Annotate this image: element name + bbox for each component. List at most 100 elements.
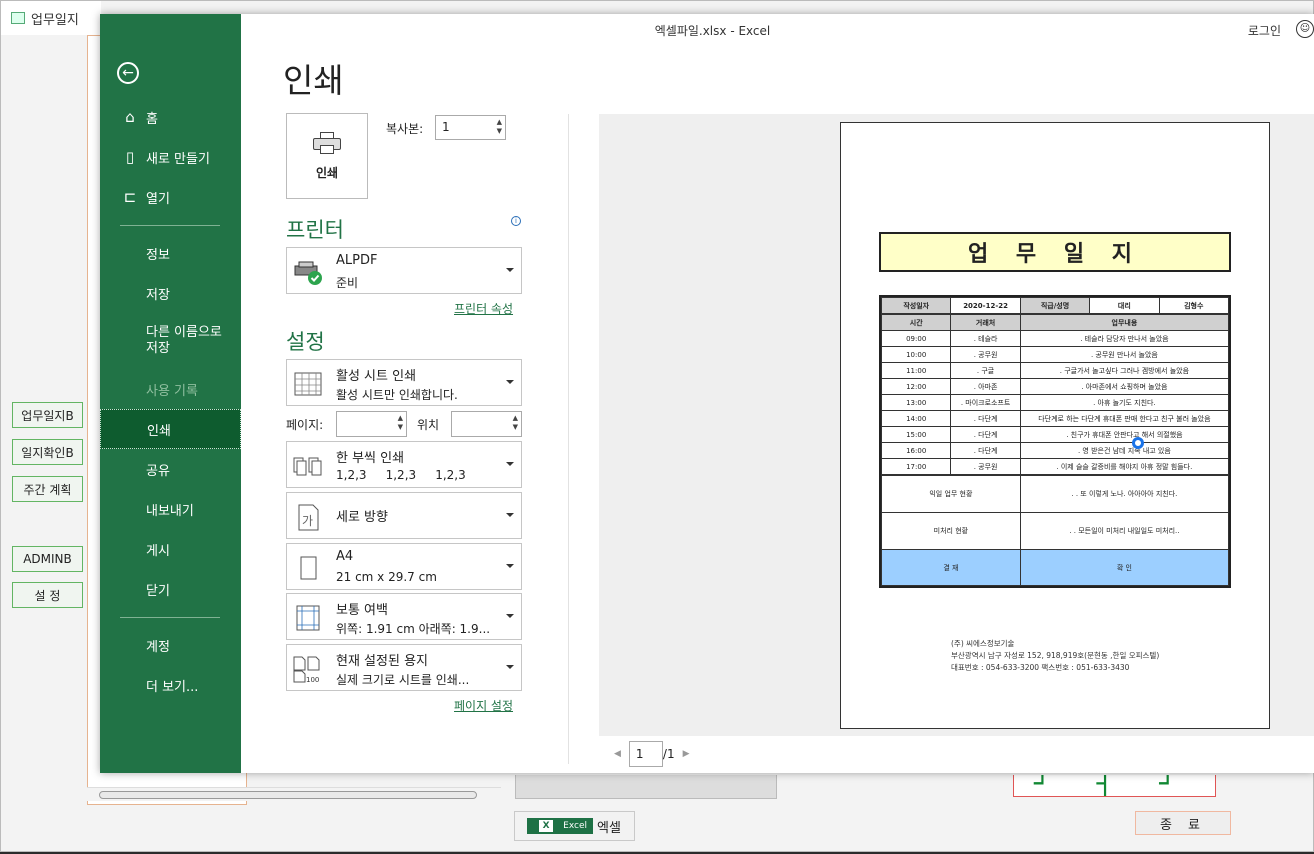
collate-title: 한 부씩 인쇄 xyxy=(336,451,405,466)
nav-print[interactable]: 인쇄 xyxy=(100,409,241,449)
copies-input[interactable]: 1 ▲ ▼ xyxy=(435,115,506,140)
time-cell: 11:00 xyxy=(880,362,952,379)
spinner-icon[interactable]: ▲ ▼ xyxy=(513,414,518,432)
nav-close[interactable]: 닫기 xyxy=(100,569,241,609)
time-cell: 10:00 xyxy=(880,346,952,363)
exit-button[interactable]: 종 료 xyxy=(1135,811,1231,835)
dropdown-caret-icon xyxy=(506,614,514,618)
task-cell: . 영 받은건 남데 지속 내고 있음 xyxy=(1019,442,1230,459)
printer-status: 준비 xyxy=(336,276,359,290)
doc-footer: (주) 씨에스정보기술 부산광역시 남구 자성로 152, 918,919호(문… xyxy=(951,638,1159,674)
feedback-smiley-icon[interactable]: ☺ xyxy=(1296,20,1314,38)
nav-publish[interactable]: 게시 xyxy=(100,529,241,569)
spinner-icon[interactable]: ▲ ▼ xyxy=(398,414,403,432)
printer-icon xyxy=(313,131,341,154)
nav-new-label: 새로 만들기 xyxy=(146,151,210,167)
footer-line: 부산광역시 남구 자성로 152, 918,919호(문현동 ,한일 오피스텔) xyxy=(951,651,1160,660)
client-cell: . 마이크로소프트 xyxy=(950,394,1021,411)
collate-dropdown[interactable]: 한 부씩 인쇄 1,2,3 1,2,3 1,2,3 xyxy=(286,441,522,488)
app-icon xyxy=(11,12,25,24)
dropdown-caret-icon xyxy=(506,665,514,669)
back-arrow-icon[interactable]: ← xyxy=(117,62,139,84)
window-title: 엑셀파일.xlsx - Excel xyxy=(654,24,771,38)
sheet-grid-icon xyxy=(294,372,322,396)
print-button-label: 인쇄 xyxy=(315,165,339,180)
task-cell: . 테슬라 담당자 만나서 놀았음 xyxy=(1019,330,1230,347)
orientation-icon-char: 가 xyxy=(302,514,313,528)
time-cell: 14:00 xyxy=(880,410,952,427)
nav-account[interactable]: 계정 xyxy=(100,625,241,665)
margins-dropdown[interactable]: 보통 여백 위쪽: 1.91 cm 아래쪽: 1.9... xyxy=(286,593,522,640)
nav-export[interactable]: 내보내기 xyxy=(100,489,241,529)
approval-left: 결 재 xyxy=(881,549,1021,586)
host-bottom-panel xyxy=(515,775,777,799)
horizontal-scrollbar[interactable] xyxy=(87,787,501,801)
orientation-dropdown[interactable]: 가 세로 방향 xyxy=(286,492,522,539)
side-button-admin[interactable]: ADMINB xyxy=(12,546,83,572)
nav-info[interactable]: 정보 xyxy=(100,233,241,273)
page-number-input[interactable]: 1 xyxy=(628,741,663,767)
settings-heading: 설정 xyxy=(286,330,325,354)
client-cell: . 테슬라 xyxy=(950,330,1021,347)
page-navigator: ◀ 1 /1 ▶ xyxy=(606,741,698,767)
next-page-icon[interactable]: ▶ xyxy=(683,749,690,759)
info-cell: 2020-12-22 xyxy=(950,297,1021,314)
table-row: 15:00. 다단계. 친구가 휴대폰 안판다고 해서 의절했음 xyxy=(880,426,1230,443)
nav-open[interactable]: ⊏ 열기 xyxy=(100,177,241,217)
info-icon[interactable]: i xyxy=(511,216,521,226)
task-cell: 다단계로 하는 다단계 휴대폰 판매 한다고 친구 불러 놀았음 xyxy=(1019,410,1230,427)
nav-history: 사용 기록 xyxy=(146,383,198,399)
login-link[interactable]: 로그인 xyxy=(1248,22,1281,39)
table-row: 11:00. 구글. 구글가서 놀고싶다 그러나 겜방에서 놀았음 xyxy=(880,362,1230,379)
side-button-weekly-plan[interactable]: 주간 계획 xyxy=(12,476,83,502)
folder-open-icon: ⊏ xyxy=(123,188,137,206)
side-button-settings[interactable]: 설 정 xyxy=(12,582,83,608)
scrollbar-thumb[interactable] xyxy=(99,791,477,799)
approval-right: 확 인 xyxy=(1019,549,1230,586)
scaling-dropdown[interactable]: 100 현재 설정된 용지 실제 크기로 시트를 인쇄... xyxy=(286,644,522,691)
print-scope-dropdown[interactable]: 활성 시트 인쇄 활성 시트만 인쇄합니다. xyxy=(286,359,522,406)
host-title: 업무일지 xyxy=(31,12,79,28)
prev-page-icon[interactable]: ◀ xyxy=(614,749,621,759)
side-button-log-check[interactable]: 일지확인B xyxy=(12,439,83,465)
task-cell: . 친구가 휴대폰 안판다고 해서 의절했음 xyxy=(1019,426,1230,443)
time-cell: 16:00 xyxy=(880,442,952,459)
host-title-bar: 업무일지 xyxy=(1,1,101,35)
page-setup-link[interactable]: 페이지 설정 xyxy=(454,697,513,714)
table-row: 14:00. 다단계 다단계로 하는 다단계 휴대폰 판매 한다고 친구 불러 놀… xyxy=(880,410,1230,427)
nav-home[interactable]: ⌂ 홈 xyxy=(100,97,241,137)
excel-export-button[interactable]: X Excel 엑셀 xyxy=(514,811,635,841)
printer-dropdown[interactable]: ALPDF 준비 xyxy=(286,247,522,294)
task-cell: . 구글가서 놀고싶다 그러나 겜방에서 놀았음 xyxy=(1019,362,1230,379)
copies-spinner-icon[interactable]: ▲ ▼ xyxy=(497,118,502,136)
print-scope-desc: 활성 시트만 인쇄합니다. xyxy=(336,388,458,402)
printer-ready-icon xyxy=(294,261,322,285)
paper-icon xyxy=(300,556,317,580)
excel-window: 엑셀파일.xlsx - Excel 로그인 ☺ ← ⌂ 홈 ▯ 새로 만들기 ⊏… xyxy=(100,14,1314,773)
printer-properties-link[interactable]: 프린터 속성 xyxy=(454,300,513,317)
page-title: 인쇄 xyxy=(283,61,344,100)
stamp-glyphs: ┘ ┤ ┘ xyxy=(1034,775,1195,797)
nav-share[interactable]: 공유 xyxy=(100,449,241,489)
print-button[interactable]: 인쇄 xyxy=(286,113,368,199)
paper-size-dropdown[interactable]: A4 21 cm x 29.7 cm xyxy=(286,543,522,590)
copies-value: 1 xyxy=(442,120,450,134)
mouse-cursor-icon xyxy=(1132,437,1144,449)
time-cell: 15:00 xyxy=(880,426,952,443)
dropdown-caret-icon xyxy=(506,462,514,466)
side-button-work-log[interactable]: 업무일지B xyxy=(12,402,83,428)
table-row: 09:00. 테슬라. 테슬라 담당자 만나서 놀았음 xyxy=(880,330,1230,347)
position-label: 위치 xyxy=(417,418,440,432)
client-cell: . 공무원 xyxy=(950,458,1021,475)
client-cell: . 아마존 xyxy=(950,378,1021,395)
page-total: /1 xyxy=(662,747,675,761)
client-cell: . 다단계 xyxy=(950,442,1021,459)
nav-save[interactable]: 저장 xyxy=(100,273,241,313)
pages-to-input[interactable]: ▲ ▼ xyxy=(451,411,522,437)
nav-more[interactable]: 더 보기... xyxy=(100,665,241,705)
nav-save-as[interactable]: 다른 이름으로 저장 xyxy=(100,319,230,363)
pages-from-input[interactable]: ▲ ▼ xyxy=(336,411,407,437)
client-cell: . 공무원 xyxy=(950,346,1021,363)
info-cell: 김형수 xyxy=(1158,297,1230,314)
nav-new[interactable]: ▯ 새로 만들기 xyxy=(100,137,241,177)
